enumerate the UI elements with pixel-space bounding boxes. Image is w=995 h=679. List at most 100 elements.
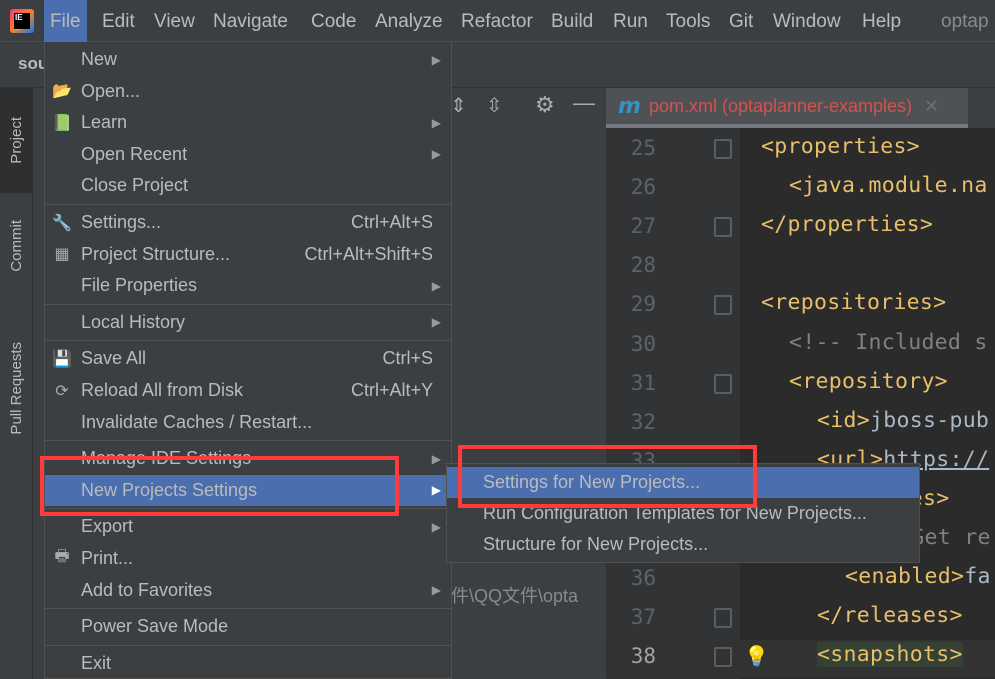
submenu-arrow-icon: ▶ — [431, 52, 441, 67]
menu-file[interactable]: File — [44, 0, 87, 42]
line-number: 27 — [630, 214, 656, 239]
book-icon: 📗 — [52, 114, 72, 132]
menu-item-add-to-favorites[interactable]: Add to Favorites ▶ — [45, 575, 451, 606]
submenu-arrow-icon: ▶ — [431, 583, 441, 598]
submenu-arrow-icon: ▶ — [431, 147, 441, 162]
menu-help[interactable]: Help — [856, 0, 907, 42]
tab-commit[interactable]: Commit — [0, 198, 33, 293]
menu-navigate[interactable]: Navigate — [207, 0, 294, 42]
menu-item-label: Add to Favorites — [81, 579, 213, 600]
minimize-icon[interactable]: — — [573, 90, 595, 116]
wrench-icon: 🔧 — [52, 214, 72, 232]
menu-item-label: Invalidate Caches / Restart... — [81, 411, 313, 432]
menu-build[interactable]: Build — [545, 0, 599, 42]
menu-item-export[interactable]: Export ▶ — [45, 511, 451, 542]
tab-pull-requests[interactable]: Pull Requests — [0, 323, 33, 453]
line-number: 26 — [630, 175, 656, 200]
editor-tab-bar — [968, 88, 995, 128]
menu-item-exit[interactable]: Exit — [45, 648, 451, 679]
code-line: <repository> — [789, 368, 948, 394]
fold-marker-icon[interactable] — [714, 608, 732, 629]
submenu-arrow-icon: ▶ — [431, 278, 441, 293]
editor-tab-label: pom.xml (optaplanner-examples) — [648, 95, 913, 116]
code-line: <enabled>fa — [845, 564, 991, 590]
intellij-logo-icon: IE _ — [10, 9, 34, 33]
submenu-arrow-icon: ▶ — [431, 315, 441, 330]
line-number: 30 — [630, 331, 656, 356]
menu-item-label: File Properties — [81, 275, 198, 296]
menu-item-invalidate-caches-restart[interactable]: Invalidate Caches / Restart... — [45, 407, 451, 438]
editor-gutter — [606, 128, 740, 679]
menu-item-label: Exit — [81, 652, 112, 673]
menu-run[interactable]: Run — [607, 0, 654, 42]
menu-tools[interactable]: Tools — [660, 0, 716, 42]
project-structure-icon: ▦ — [54, 246, 70, 264]
annotation-highlight-box — [458, 445, 757, 508]
menu-item-new[interactable]: New ▶ — [45, 44, 451, 75]
menu-separator — [45, 608, 451, 610]
line-number: 29 — [630, 292, 656, 317]
menu-view[interactable]: View — [148, 0, 201, 42]
menu-item-settings[interactable]: 🔧 Settings... Ctrl+Alt+S — [45, 207, 451, 238]
lightbulb-icon[interactable]: 💡 — [744, 644, 769, 669]
menu-item-learn[interactable]: 📗 Learn ▶ — [45, 107, 451, 138]
close-tab-icon[interactable]: ✕ — [924, 96, 939, 117]
menu-item-power-save-mode[interactable]: Power Save Mode — [45, 611, 451, 642]
print-icon: 🖶 — [54, 548, 70, 565]
code-line: <java.module.na — [789, 173, 988, 199]
menu-item-close-project[interactable]: Close Project — [45, 170, 451, 201]
fold-marker-icon[interactable] — [714, 295, 732, 316]
submenu-arrow-icon: ▶ — [431, 451, 441, 466]
menu-item-project-structure[interactable]: ▦ Project Structure... Ctrl+Alt+Shift+S — [45, 239, 451, 270]
menu-separator — [45, 440, 451, 442]
menu-bar: IE _ File Edit View Navigate Code Analyze Refac… — [0, 0, 995, 42]
menu-edit[interactable]: Edit — [96, 0, 141, 42]
menu-item-label: Learn — [81, 112, 128, 133]
menu-item-label: Export — [81, 516, 134, 537]
menu-item-label: Close Project — [81, 175, 189, 196]
menu-window[interactable]: Window — [767, 0, 847, 42]
code-line: </releases> — [817, 603, 963, 629]
line-number: 25 — [630, 136, 656, 160]
menu-separator — [45, 303, 451, 305]
menu-separator — [45, 644, 451, 646]
menu-item-print[interactable]: 🖶 Print... — [45, 543, 451, 574]
menu-analyze[interactable]: Analyze — [369, 0, 449, 42]
fold-marker-icon[interactable] — [714, 139, 732, 159]
line-number: 32 — [630, 409, 656, 434]
editor-tab-pom-xml[interactable]: m pom.xml (optaplanner-examples) ✕ — [606, 88, 968, 128]
shortcut-label: Ctrl+Alt+Y — [350, 380, 433, 400]
menu-item-file-properties[interactable]: File Properties ▶ — [45, 270, 451, 301]
code-line: <!-- Included s — [789, 329, 988, 355]
menu-item-local-history[interactable]: Local History ▶ — [45, 307, 451, 338]
folder-icon: 📂 — [52, 83, 72, 101]
expand-all-icon[interactable]: ⇕ — [450, 93, 467, 118]
tab-project[interactable]: Project — [0, 88, 33, 193]
code-editor[interactable] — [740, 128, 995, 679]
fold-marker-icon[interactable] — [714, 647, 732, 668]
menu-code[interactable]: Code — [305, 0, 362, 42]
menu-item-open[interactable]: 📂 Open... — [45, 76, 451, 107]
menu-item-open-recent[interactable]: Open Recent ▶ — [45, 139, 451, 170]
menu-item-save-all[interactable]: 💾 Save All Ctrl+S — [45, 343, 451, 374]
code-line: <properties> — [761, 134, 920, 159]
menu-item-reload-all-from-disk[interactable]: ⟳ Reload All from Disk Ctrl+Alt+Y — [45, 375, 451, 406]
collapse-all-icon[interactable]: ⇳ — [486, 93, 503, 118]
line-number: 31 — [630, 370, 656, 395]
code-line: <repositories> — [761, 290, 947, 316]
fold-marker-icon[interactable] — [714, 217, 732, 238]
menu-refactor[interactable]: Refactor — [455, 0, 539, 42]
menu-separator — [45, 340, 451, 342]
code-line: <id>jboss-pub — [817, 407, 990, 433]
menu-git[interactable]: Git — [723, 0, 759, 42]
shortcut-label: Ctrl+S — [382, 348, 433, 369]
code-line: </properties> — [761, 212, 934, 238]
menu-item-label: Project Structure... — [81, 243, 231, 264]
submenu-item-structure-for-new-projects[interactable]: Structure for New Projects... — [447, 529, 919, 560]
fold-marker-icon[interactable] — [714, 373, 732, 394]
gear-icon[interactable]: ⚙ — [535, 92, 555, 118]
menu-item-label: Settings... — [81, 212, 162, 232]
tool-window-strip: Project Commit Pull Requests — [0, 88, 33, 679]
file-menu: New ▶ 📂 Open... 📗 Learn ▶ Open Recent ▶ Close Pro… — [44, 42, 452, 679]
menu-item-label: New — [81, 49, 118, 69]
